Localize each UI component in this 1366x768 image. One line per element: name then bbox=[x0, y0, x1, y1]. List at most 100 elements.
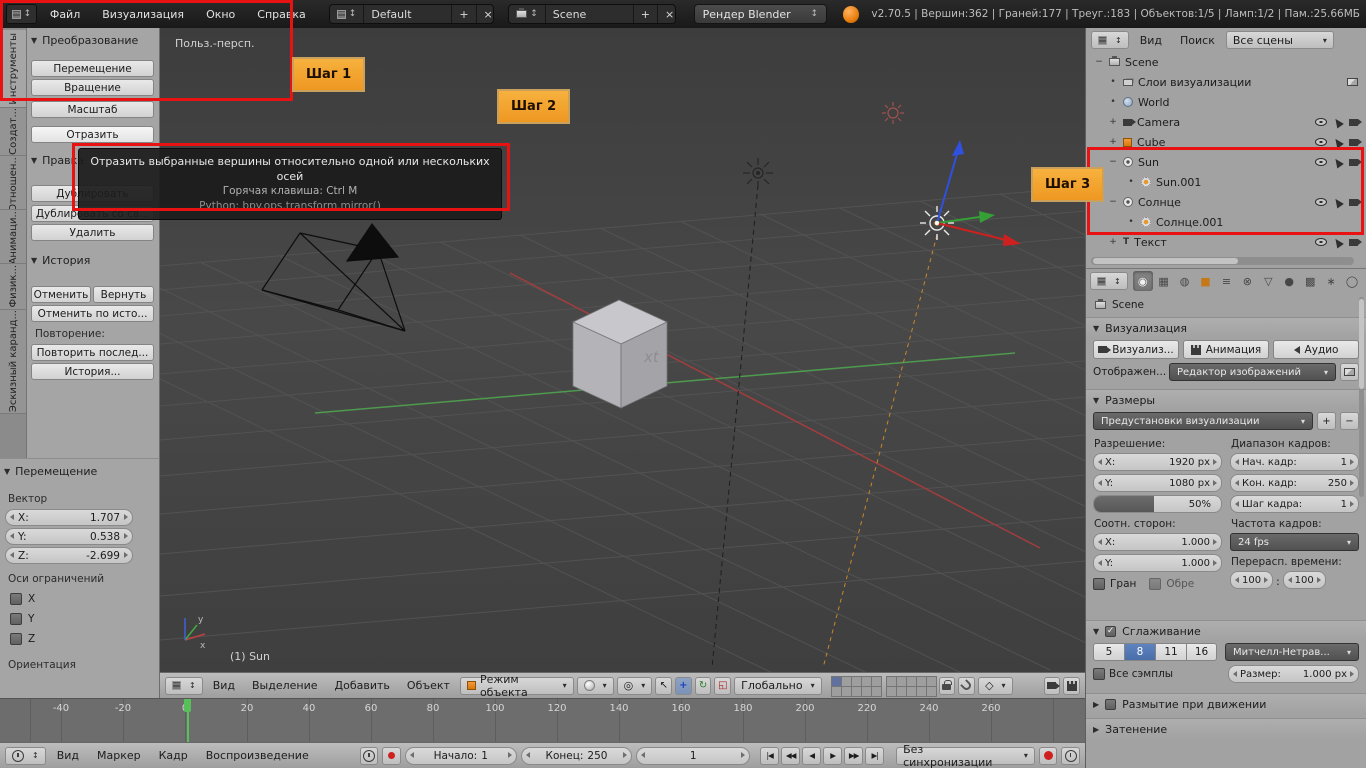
keying-options-button[interactable] bbox=[1061, 746, 1080, 765]
selectability-cursor-icon[interactable] bbox=[1332, 136, 1344, 148]
next-keyframe-button[interactable]: ▶▶ bbox=[844, 746, 864, 765]
menu-view[interactable]: Вид bbox=[206, 679, 242, 692]
current-frame-field[interactable]: 1 bbox=[636, 746, 751, 765]
scene-tab-icon[interactable]: ▦ bbox=[1154, 271, 1174, 291]
play-reverse-button[interactable]: ◀ bbox=[802, 746, 822, 765]
preset-remove-button[interactable]: − bbox=[1340, 412, 1359, 430]
row-label[interactable]: World bbox=[1138, 96, 1170, 109]
current-frame-handle[interactable] bbox=[184, 699, 191, 712]
record-button[interactable] bbox=[1038, 746, 1058, 765]
lamp-object-top[interactable] bbox=[882, 102, 904, 124]
editor-type-button[interactable]: ↕ bbox=[6, 4, 37, 24]
aa-filter-dropdown[interactable]: Митчелл-Нетрав... ▾ bbox=[1225, 643, 1359, 661]
render-section-header[interactable]: ▼ Визуализация bbox=[1086, 317, 1366, 338]
editor-type-button[interactable]: ↕ bbox=[1090, 272, 1128, 290]
particles-tab-icon[interactable]: ∗ bbox=[1321, 271, 1341, 291]
mode-dropdown[interactable]: Режим объекта ▾ bbox=[459, 673, 574, 699]
dimensions-section-header[interactable]: ▼ Размеры bbox=[1086, 389, 1366, 410]
menu-marker[interactable]: Маркер bbox=[90, 749, 148, 762]
scene-name-field[interactable]: Scene bbox=[546, 5, 634, 23]
cube-object[interactable]: xt bbox=[572, 299, 668, 409]
antialiasing-checkbox[interactable]: ✓ bbox=[1105, 625, 1117, 637]
display-dropdown[interactable]: Редактор изображений ▾ bbox=[1169, 363, 1336, 381]
visibility-eye-icon[interactable] bbox=[1315, 198, 1327, 206]
visibility-eye-icon[interactable] bbox=[1315, 238, 1327, 246]
constraints-tab-icon[interactable]: ≡ bbox=[1216, 271, 1236, 291]
repeat-last-button[interactable]: Повторить послед... bbox=[31, 344, 154, 361]
selectability-cursor-icon[interactable] bbox=[1332, 156, 1344, 168]
expander-icon[interactable]: + bbox=[1108, 137, 1118, 147]
world-tab-icon[interactable]: ◍ bbox=[1175, 271, 1195, 291]
render-result-image-icon[interactable] bbox=[1347, 78, 1358, 86]
delete-button[interactable]: Удалить bbox=[31, 224, 154, 241]
layer-cell[interactable] bbox=[925, 685, 937, 697]
tab-tools[interactable]: Инструменты bbox=[0, 30, 26, 108]
repeat-history-button[interactable]: История... bbox=[31, 363, 154, 380]
frame-step-field[interactable]: Шаг кадра: 1 bbox=[1230, 495, 1359, 513]
snap-element-dropdown[interactable]: ◇ ▾ bbox=[978, 676, 1013, 695]
aa-samples-16-button[interactable]: 16 bbox=[1186, 643, 1217, 661]
menu-view[interactable]: Вид bbox=[1133, 34, 1169, 47]
outliner-row-renderlayers[interactable]: • Слои визуализации bbox=[1086, 72, 1366, 92]
editor-type-button[interactable]: ↕ bbox=[1091, 31, 1129, 49]
row-label[interactable]: Слои визуализации bbox=[1138, 76, 1251, 89]
outliner-row-world[interactable]: • World bbox=[1086, 92, 1366, 112]
object-tab-icon[interactable]: ■ bbox=[1196, 271, 1216, 291]
row-label[interactable]: Sun bbox=[1138, 156, 1159, 169]
row-label[interactable]: Sun.001 bbox=[1156, 176, 1201, 189]
undo-button[interactable]: Отменить bbox=[31, 286, 91, 303]
selectability-cursor-icon[interactable] bbox=[1332, 116, 1344, 128]
properties-scrollbar[interactable] bbox=[1359, 297, 1364, 497]
jump-to-end-button[interactable]: ▶| bbox=[865, 746, 885, 765]
render-presets-dropdown[interactable]: Предустановки визуализации ▾ bbox=[1093, 412, 1313, 430]
modifiers-tab-icon[interactable]: ⊗ bbox=[1237, 271, 1257, 291]
visibility-eye-icon[interactable] bbox=[1315, 118, 1327, 126]
layout-name-field[interactable]: Default bbox=[364, 5, 453, 23]
motion-blur-checkbox[interactable] bbox=[1105, 698, 1117, 710]
aa-size-field[interactable]: Размер: 1.000 px bbox=[1228, 665, 1359, 683]
end-frame-field[interactable]: Кон. кадр: 250 bbox=[1230, 474, 1359, 492]
outliner-row-sun[interactable]: − Sun bbox=[1086, 152, 1366, 172]
selectability-cursor-icon[interactable] bbox=[1332, 196, 1344, 208]
layout-browse-button[interactable]: ↕ bbox=[330, 5, 365, 23]
menu-render[interactable]: Визуализация bbox=[93, 8, 193, 21]
pivot-dropdown[interactable]: ◎ ▾ bbox=[616, 676, 653, 695]
vector-z-field[interactable]: Z: -2.699 bbox=[5, 547, 133, 564]
material-tab-icon[interactable]: ● bbox=[1279, 271, 1299, 291]
editor-type-button[interactable]: ↕ bbox=[165, 676, 203, 695]
manipulator-arrows[interactable] bbox=[935, 140, 1021, 246]
expander-icon[interactable]: − bbox=[1108, 197, 1118, 207]
checkbox-x[interactable] bbox=[10, 593, 22, 605]
mirror-button[interactable]: Отразить bbox=[31, 126, 154, 143]
start-frame-field[interactable]: Начало: 1 bbox=[404, 746, 517, 765]
history-panel-header[interactable]: ▼ История bbox=[31, 254, 90, 267]
scene-add-button[interactable]: + bbox=[634, 5, 658, 23]
row-label[interactable]: Camera bbox=[1137, 116, 1180, 129]
manipulator-toggle-button[interactable]: ↖ bbox=[655, 676, 673, 695]
outliner-row-solnce-data[interactable]: • Солнце.001 bbox=[1086, 212, 1366, 232]
checkbox-z[interactable] bbox=[10, 633, 22, 645]
render-image-button[interactable]: Визуализ... bbox=[1093, 340, 1179, 359]
motion-blur-section-header[interactable]: ▶ Размытие при движении bbox=[1086, 693, 1366, 714]
aa-samples-11-button[interactable]: 11 bbox=[1155, 643, 1186, 661]
3d-scene[interactable]: xt x y bbox=[160, 28, 1085, 672]
tab-animation[interactable]: Анимаци... bbox=[0, 210, 26, 264]
outliner-row-text[interactable]: + Т Текст bbox=[1086, 232, 1366, 252]
preset-add-button[interactable]: + bbox=[1317, 412, 1336, 430]
preview-range-button[interactable] bbox=[359, 746, 379, 765]
physics-tab-icon[interactable]: ◯ bbox=[1342, 271, 1362, 291]
expander-icon[interactable]: − bbox=[1108, 157, 1118, 167]
vector-x-field[interactable]: X: 1.707 bbox=[5, 509, 133, 526]
tab-grease-pencil[interactable]: Эскизный каранд... bbox=[0, 310, 26, 414]
renderability-camera-icon[interactable] bbox=[1349, 118, 1362, 126]
renderability-camera-icon[interactable] bbox=[1349, 138, 1362, 146]
render-tab-icon[interactable]: ◉ bbox=[1132, 271, 1153, 291]
scrollbar-thumb[interactable] bbox=[1359, 299, 1364, 389]
vector-y-field[interactable]: Y: 0.538 bbox=[5, 528, 133, 545]
timeline-ruler[interactable]: -40 -20 0 20 40 60 80 100 120 140 160 18… bbox=[0, 698, 1085, 743]
remap-old-field[interactable]: 100 bbox=[1230, 571, 1274, 589]
aa-samples-5-button[interactable]: 5 bbox=[1093, 643, 1124, 661]
checkbox-y[interactable] bbox=[10, 613, 22, 625]
renderability-camera-icon[interactable] bbox=[1349, 198, 1362, 206]
display-editor-button[interactable] bbox=[1340, 363, 1359, 381]
